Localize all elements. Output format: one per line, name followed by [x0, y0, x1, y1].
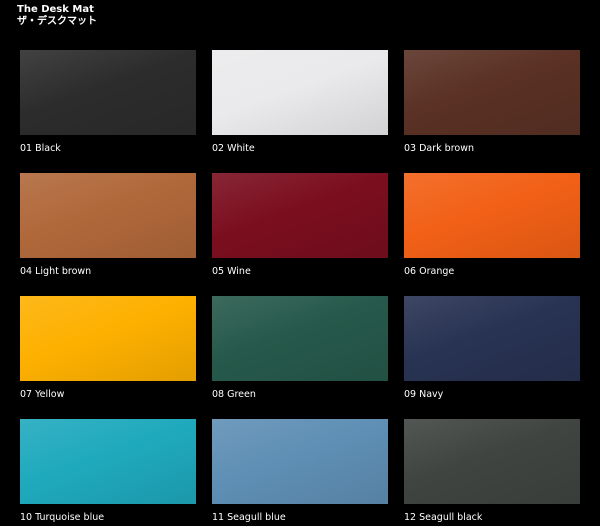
swatch-card-yellow[interactable]: 07 Yellow	[20, 296, 196, 400]
color-swatch[interactable]	[20, 296, 196, 381]
swatch-label: 12 Seagull black	[404, 512, 483, 523]
swatch-card-light-brown[interactable]: 04 Light brown	[20, 173, 196, 277]
swatch-card-dark-brown[interactable]: 03 Dark brown	[404, 50, 580, 154]
swatch-card-white[interactable]: 02 White	[212, 50, 388, 154]
color-swatch[interactable]	[404, 173, 580, 258]
swatch-label: 05 Wine	[212, 266, 251, 277]
swatch-label: 10 Turquoise blue	[20, 512, 105, 523]
swatch-card-wine[interactable]: 05 Wine	[212, 173, 388, 277]
color-swatch[interactable]	[404, 50, 580, 135]
swatch-card-black[interactable]: 01 Black	[20, 50, 196, 154]
color-swatch[interactable]	[404, 296, 580, 381]
page-header: The Desk Mat ザ・デスクマット	[17, 4, 97, 28]
color-swatch[interactable]	[20, 50, 196, 135]
page-subtitle: ザ・デスクマット	[17, 16, 97, 27]
color-swatch[interactable]	[20, 419, 196, 504]
color-swatch[interactable]	[20, 173, 196, 258]
color-swatch[interactable]	[212, 50, 388, 135]
swatch-label: 07 Yellow	[20, 389, 65, 400]
color-swatch[interactable]	[212, 173, 388, 258]
swatch-card-orange[interactable]: 06 Orange	[404, 173, 580, 277]
swatch-label: 08 Green	[212, 389, 256, 400]
swatch-label: 01 Black	[20, 143, 61, 154]
swatch-card-seagull-black[interactable]: 12 Seagull black	[404, 419, 580, 523]
swatch-card-seagull-blue[interactable]: 11 Seagull blue	[212, 419, 388, 523]
color-swatch-grid: 01 Black 02 White 03 Dark brown 04 Light…	[20, 50, 580, 523]
swatch-label: 09 Navy	[404, 389, 444, 400]
swatch-label: 06 Orange	[404, 266, 455, 277]
swatch-card-turquoise-blue[interactable]: 10 Turquoise blue	[20, 419, 196, 523]
swatch-card-green[interactable]: 08 Green	[212, 296, 388, 400]
color-swatch[interactable]	[404, 419, 580, 504]
swatch-label: 02 White	[212, 143, 255, 154]
color-swatch[interactable]	[212, 419, 388, 504]
swatch-card-navy[interactable]: 09 Navy	[404, 296, 580, 400]
color-swatch[interactable]	[212, 296, 388, 381]
swatch-label: 04 Light brown	[20, 266, 92, 277]
page-title: The Desk Mat	[17, 4, 94, 15]
swatch-label: 03 Dark brown	[404, 143, 475, 154]
swatch-label: 11 Seagull blue	[212, 512, 286, 523]
